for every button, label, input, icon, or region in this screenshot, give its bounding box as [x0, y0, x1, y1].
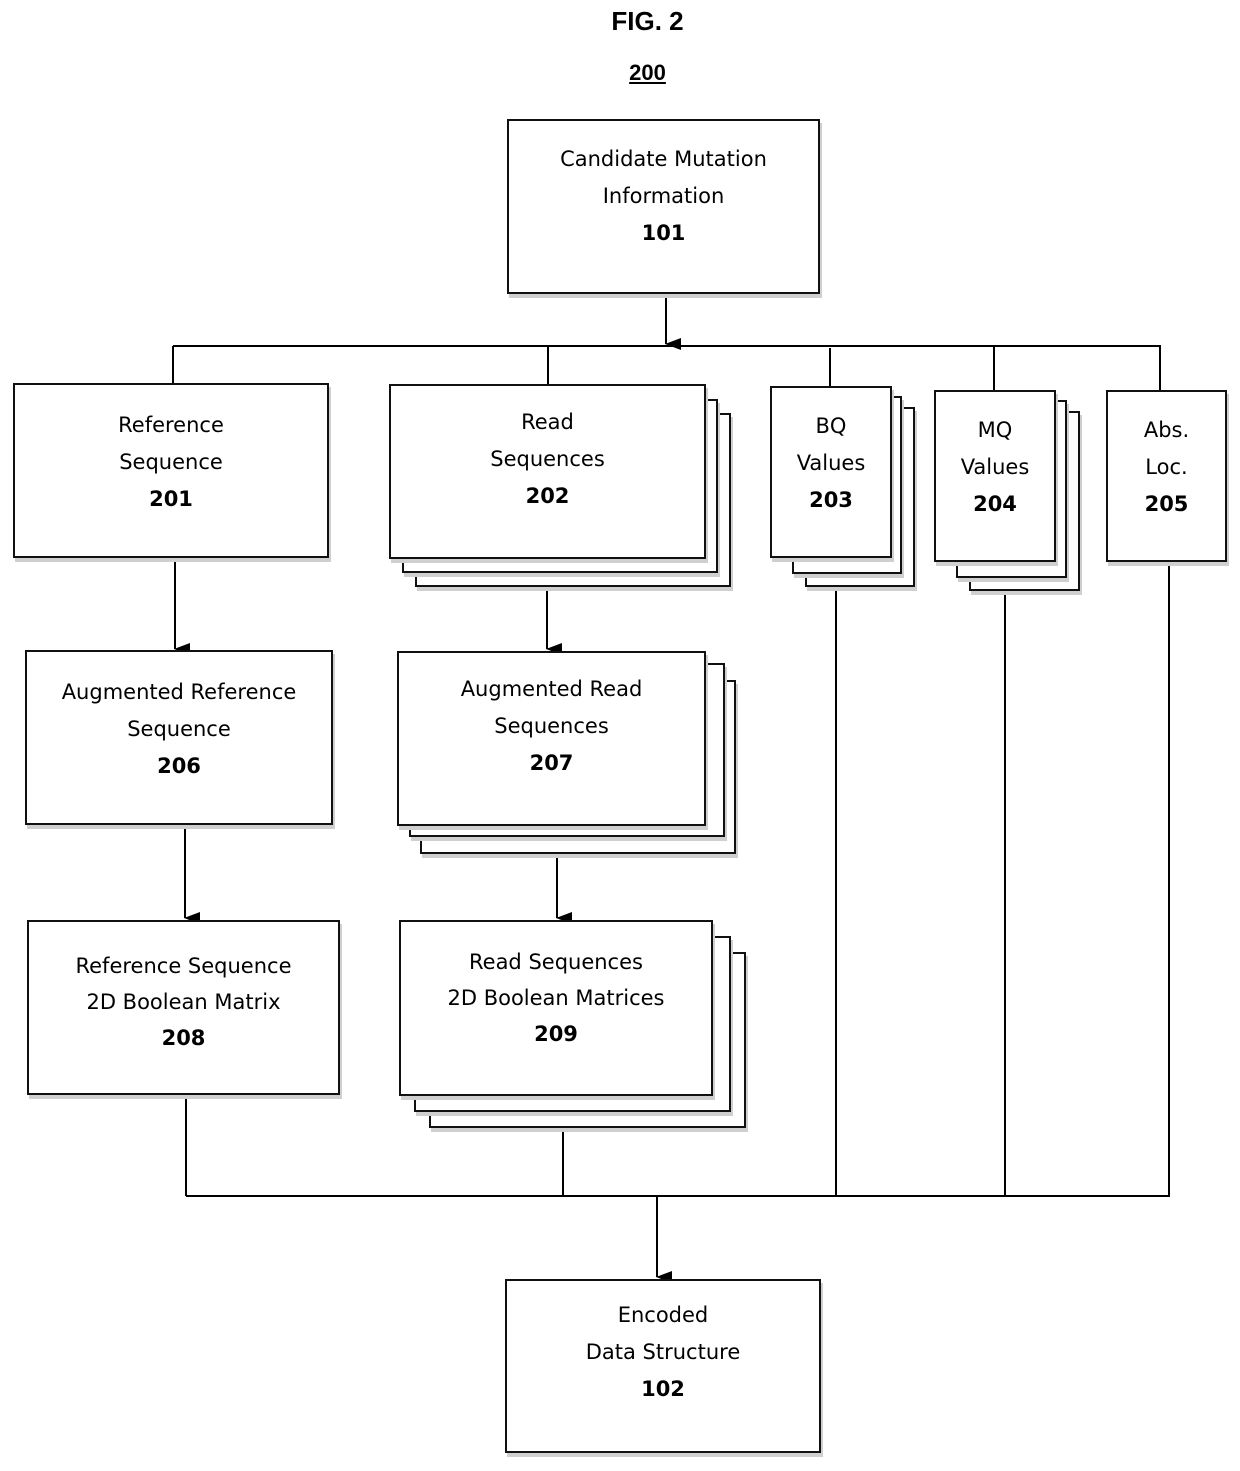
node-abs-loc: Abs. Loc. 205 — [1106, 390, 1227, 562]
node-bq-values: BQ Values 203 — [770, 386, 892, 558]
node-label: MQ Values — [960, 418, 1030, 479]
node-ref: 206 — [157, 754, 201, 778]
node-label: Reference Sequence 2D Boolean Matrix — [75, 954, 292, 1014]
node-ref: 101 — [641, 221, 686, 245]
node-ref: 201 — [149, 487, 193, 511]
node-ref: 203 — [809, 488, 853, 512]
node-label: Read Sequences — [490, 410, 605, 471]
node-label: Encoded Data Structure — [585, 1303, 741, 1364]
node-ref: 208 — [161, 1026, 206, 1050]
node-ref: 102 — [641, 1377, 685, 1401]
node-ref: 205 — [1144, 492, 1189, 516]
node-label: Reference Sequence — [118, 413, 224, 474]
node-ref: 209 — [534, 1022, 578, 1046]
node-augmented-read-sequences: Augmented Read Sequences 207 — [397, 651, 706, 826]
node-label: Read Sequences 2D Boolean Matrices — [447, 950, 665, 1010]
node-mq-values: MQ Values 204 — [934, 390, 1056, 562]
node-label: Candidate Mutation Information — [560, 147, 767, 208]
node-label: BQ Values — [796, 414, 866, 475]
node-label: Abs. Loc. — [1143, 418, 1190, 479]
node-encoded-data-structure: Encoded Data Structure 102 — [505, 1279, 821, 1453]
node-reference-sequence: Reference Sequence 201 — [13, 383, 329, 558]
node-label: Augmented Read Sequences — [460, 677, 643, 738]
node-read-sequences: Read Sequences 202 — [389, 384, 706, 559]
node-candidate-mutation-information: Candidate Mutation Information 101 — [507, 119, 820, 294]
node-read-sequences-matrices: Read Sequences 2D Boolean Matrices 209 — [399, 920, 713, 1096]
node-ref: 207 — [529, 751, 574, 775]
node-augmented-reference-sequence: Augmented Reference Sequence 206 — [25, 650, 333, 825]
node-reference-sequence-matrix: Reference Sequence 2D Boolean Matrix 208 — [27, 920, 340, 1095]
node-label: Augmented Reference Sequence — [61, 680, 297, 741]
node-ref: 202 — [525, 484, 570, 508]
node-ref: 204 — [973, 492, 1017, 516]
